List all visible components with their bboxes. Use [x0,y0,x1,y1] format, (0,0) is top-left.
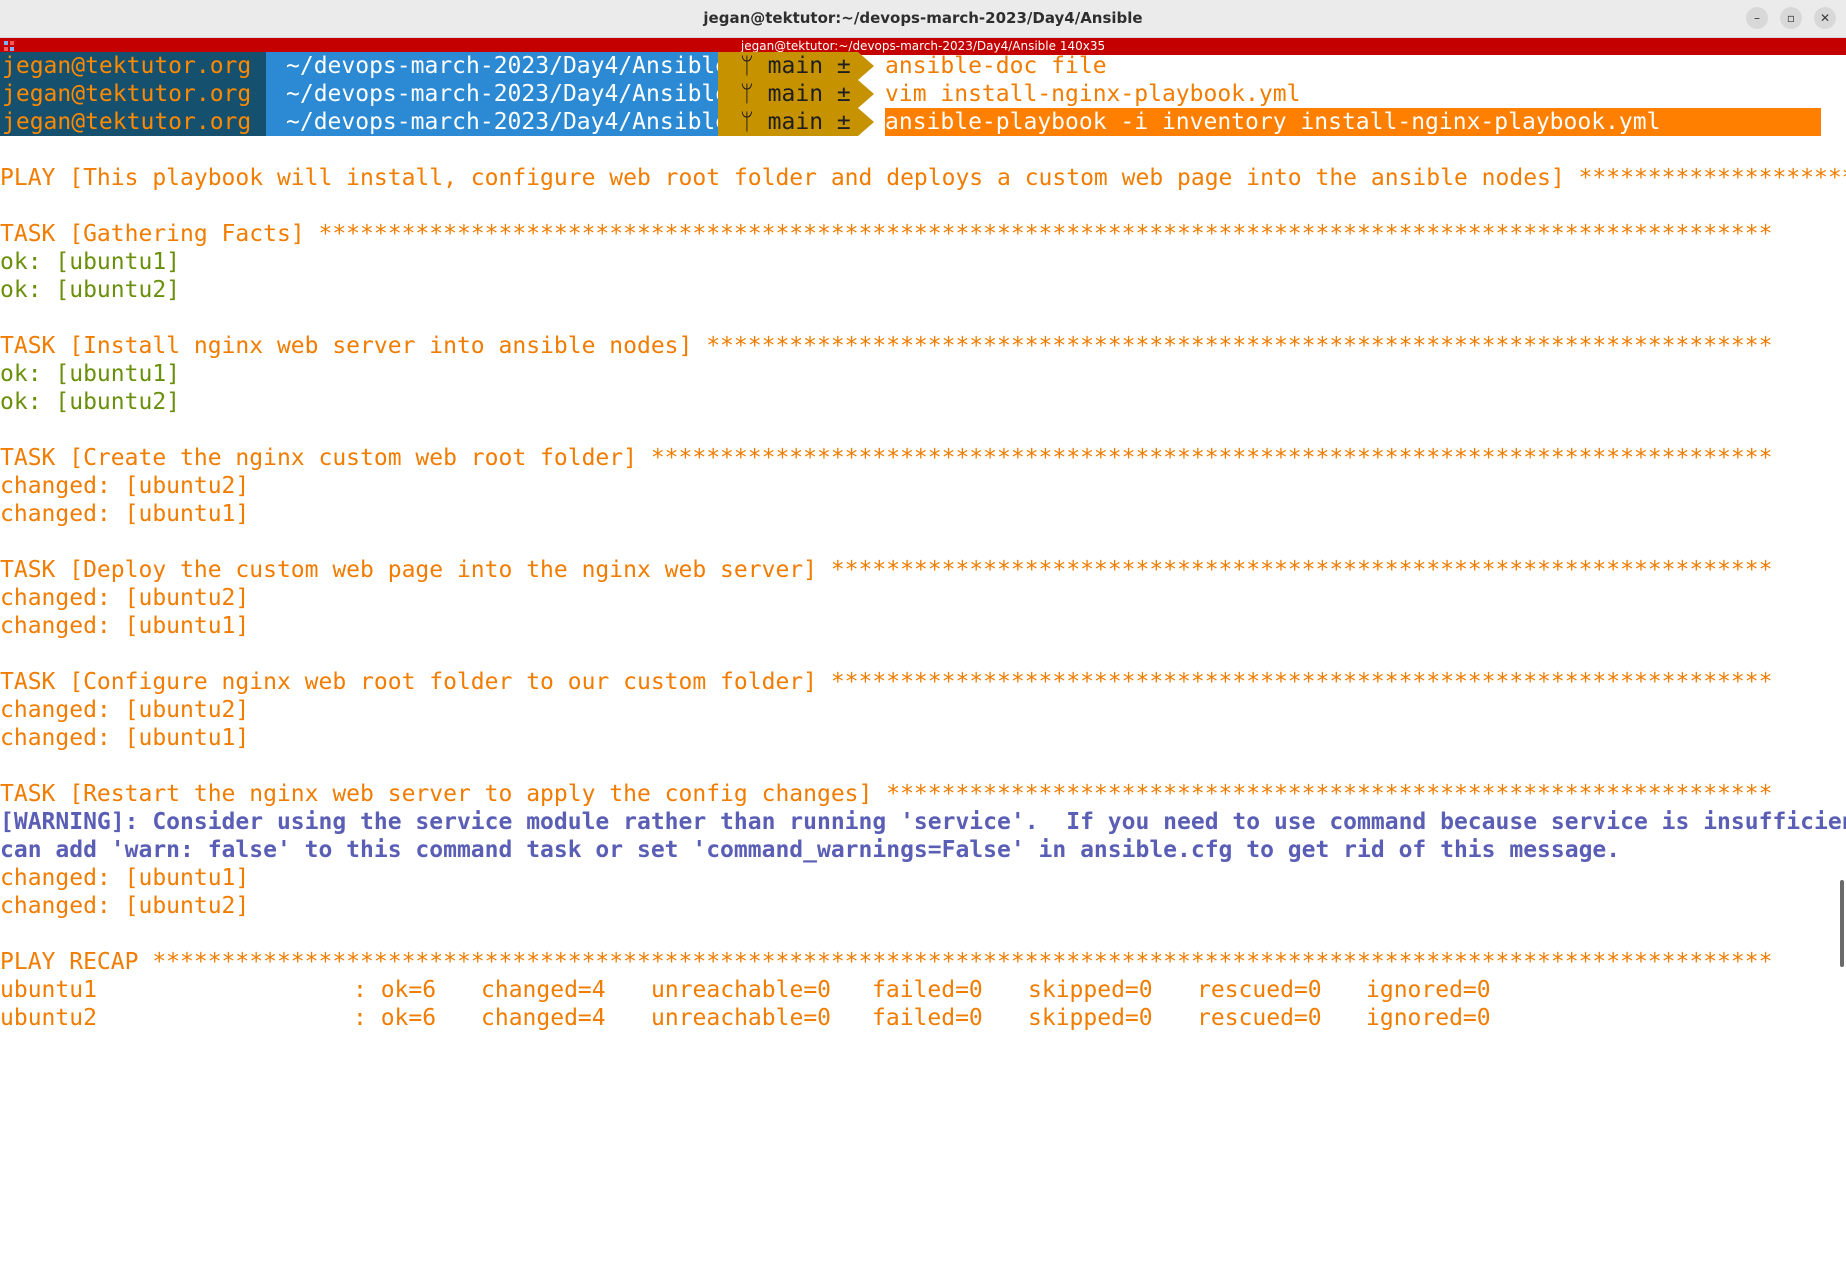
prompt-line: jegan@tektutor.org ~/devops-march-2023/D… [0,80,1846,108]
warning-message: [WARNING]: Consider using the service mo… [0,809,1846,835]
terminal-output[interactable]: jegan@tektutor.org ~/devops-march-2023/D… [0,52,1846,1032]
window-controls: – ▫ ✕ [1746,7,1836,29]
prompt-line: jegan@tektutor.org ~/devops-march-2023/D… [0,108,1846,136]
recap-host: ubuntu1 [0,977,97,1003]
recap-row: ubuntu1 : ok=6 changed=4 unreachable=0 f… [0,976,1846,1004]
prompt-path: ~/devops-march-2023/Day4/Ansible [266,52,729,80]
prompt-user: jegan@tektutor.org [0,108,266,136]
recap-row: ubuntu2 : ok=6 changed=4 unreachable=0 f… [0,1004,1846,1032]
recap-host: ubuntu2 [0,1005,97,1031]
recap-ok: : ok=6 [353,977,437,1003]
recap-skipped: skipped=0 [1028,1005,1153,1031]
minimize-button[interactable]: – [1746,7,1768,29]
git-branch-icon: ᛘ [740,109,768,135]
prompt-path: ~/devops-march-2023/Day4/Ansible [266,108,729,136]
prompt-git-status: ᛘ main ± [718,80,858,108]
command-text: ansible-doc file [885,53,1107,79]
prompt-user: jegan@tektutor.org [0,80,266,108]
task-header: TASK [Install nginx web server into ansi… [0,333,1773,359]
task-header: TASK [Create the nginx custom web root f… [0,445,1773,471]
task-result: ok: [ubuntu1] [0,249,181,275]
recap-unreachable: unreachable=0 [651,977,832,1003]
task-header: TASK [Gathering Facts] *****************… [0,221,1773,247]
window-title: jegan@tektutor:~/devops-march-2023/Day4/… [703,9,1143,27]
restore-button[interactable]: ▫ [1780,7,1802,29]
task-result: changed: [ubuntu1] [0,613,250,639]
prompt-line: jegan@tektutor.org ~/devops-march-2023/D… [0,52,1846,80]
recap-rescued: rescued=0 [1197,977,1322,1003]
recap-unreachable: unreachable=0 [651,1005,832,1031]
command-text-selected: ansible-playbook -i inventory install-ng… [885,108,1821,136]
recap-rescued: rescued=0 [1197,1005,1322,1031]
task-result: changed: [ubuntu2] [0,585,250,611]
task-header: TASK [Restart the nginx web server to ap… [0,781,1773,807]
recap-ignored: ignored=0 [1366,1005,1491,1031]
recap-changed: changed=4 [481,977,606,1003]
task-result: ok: [ubuntu2] [0,389,181,415]
recap-failed: failed=0 [872,977,983,1003]
play-header: PLAY [This playbook will install, config… [0,165,1846,191]
warning-message: can add 'warn: false' to this command ta… [0,837,1621,863]
tmux-icon [4,41,14,51]
recap-failed: failed=0 [872,1005,983,1031]
window-titlebar: jegan@tektutor:~/devops-march-2023/Day4/… [0,0,1846,38]
prompt-git-status: ᛘ main ± [718,52,858,80]
task-result: changed: [ubuntu2] [0,473,250,499]
prompt-path: ~/devops-march-2023/Day4/Ansible [266,80,729,108]
prompt-user: jegan@tektutor.org [0,52,266,80]
git-branch-icon: ᛘ [740,53,768,79]
close-button[interactable]: ✕ [1814,7,1836,29]
tmux-status-text: jegan@tektutor:~/devops-march-2023/Day4/… [740,39,1106,53]
task-result: changed: [ubuntu1] [0,725,250,751]
task-result: changed: [ubuntu1] [0,501,250,527]
git-branch-icon: ᛘ [740,81,768,107]
task-result: ok: [ubuntu1] [0,361,181,387]
task-header: TASK [Deploy the custom web page into th… [0,557,1773,583]
recap-changed: changed=4 [481,1005,606,1031]
recap-header: PLAY RECAP *****************************… [0,949,1773,975]
command-text: vim install-nginx-playbook.yml [885,81,1301,107]
task-header: TASK [Configure nginx web root folder to… [0,669,1773,695]
task-result: changed: [ubuntu2] [0,893,250,919]
recap-skipped: skipped=0 [1028,977,1153,1003]
task-result: changed: [ubuntu1] [0,865,250,891]
recap-ignored: ignored=0 [1366,977,1491,1003]
recap-ok: : ok=6 [353,1005,437,1031]
prompt-git-status: ᛘ main ± [718,108,858,136]
task-result: changed: [ubuntu2] [0,697,250,723]
task-result: ok: [ubuntu2] [0,277,181,303]
